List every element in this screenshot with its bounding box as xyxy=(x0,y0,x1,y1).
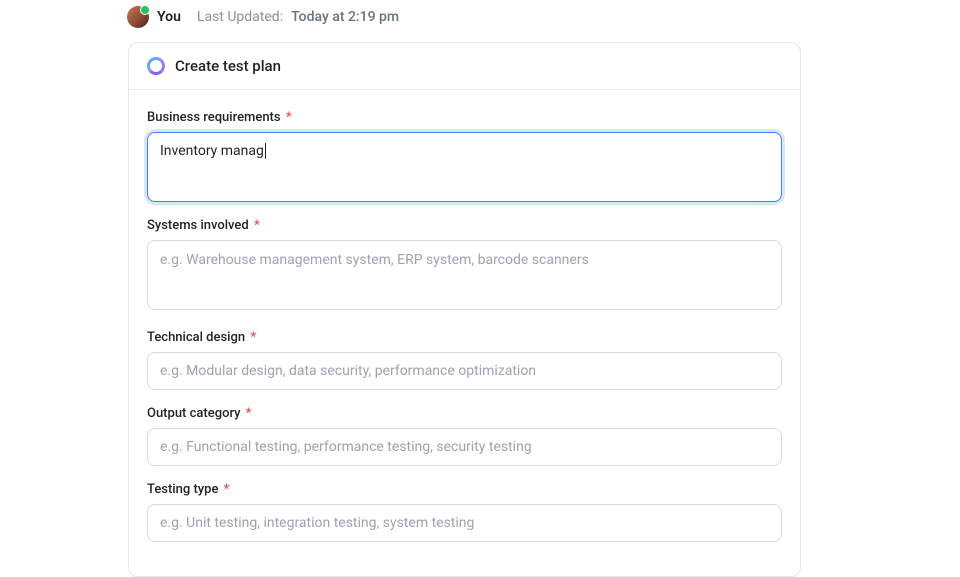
required-indicator: * xyxy=(250,330,256,345)
required-indicator: * xyxy=(224,482,230,497)
spinner-icon xyxy=(147,57,165,75)
testing-type-input[interactable] xyxy=(147,504,782,542)
label-text: Systems involved xyxy=(147,218,249,233)
label-text: Business requirements xyxy=(147,110,281,125)
last-updated-label: Last Updated: xyxy=(197,9,283,25)
avatar[interactable] xyxy=(127,6,149,28)
output-category-input[interactable] xyxy=(147,428,782,466)
field-technical-design: Technical design * xyxy=(147,330,782,390)
field-output-category: Output category * xyxy=(147,406,782,466)
card-title: Create test plan xyxy=(175,57,281,75)
card-body: Business requirements * Inventory manag … xyxy=(129,90,800,576)
technical-design-label: Technical design * xyxy=(147,330,782,345)
field-business-requirements: Business requirements * Inventory manag xyxy=(147,110,782,202)
card-header: Create test plan xyxy=(129,43,800,90)
label-text: Output category xyxy=(147,406,241,421)
last-updated-value: Today at 2:19 pm xyxy=(291,9,399,25)
input-value: Inventory manag xyxy=(160,143,264,159)
business-requirements-label: Business requirements * xyxy=(147,110,782,125)
you-label: You xyxy=(157,9,181,25)
field-testing-type: Testing type * xyxy=(147,482,782,542)
label-text: Testing type xyxy=(147,482,218,497)
business-requirements-input[interactable]: Inventory manag xyxy=(147,132,782,202)
required-indicator: * xyxy=(254,218,260,233)
technical-design-input[interactable] xyxy=(147,352,782,390)
output-category-label: Output category * xyxy=(147,406,782,421)
field-systems-involved: Systems involved * xyxy=(147,218,782,314)
testing-type-label: Testing type * xyxy=(147,482,782,497)
text-caret xyxy=(265,143,266,159)
required-indicator: * xyxy=(286,110,292,125)
page-header: You Last Updated: Today at 2:19 pm xyxy=(0,0,960,28)
systems-involved-label: Systems involved * xyxy=(147,218,782,233)
label-text: Technical design xyxy=(147,330,245,345)
systems-involved-input[interactable] xyxy=(147,240,782,310)
create-test-plan-card: Create test plan Business requirements *… xyxy=(128,42,801,577)
required-indicator: * xyxy=(246,406,252,421)
